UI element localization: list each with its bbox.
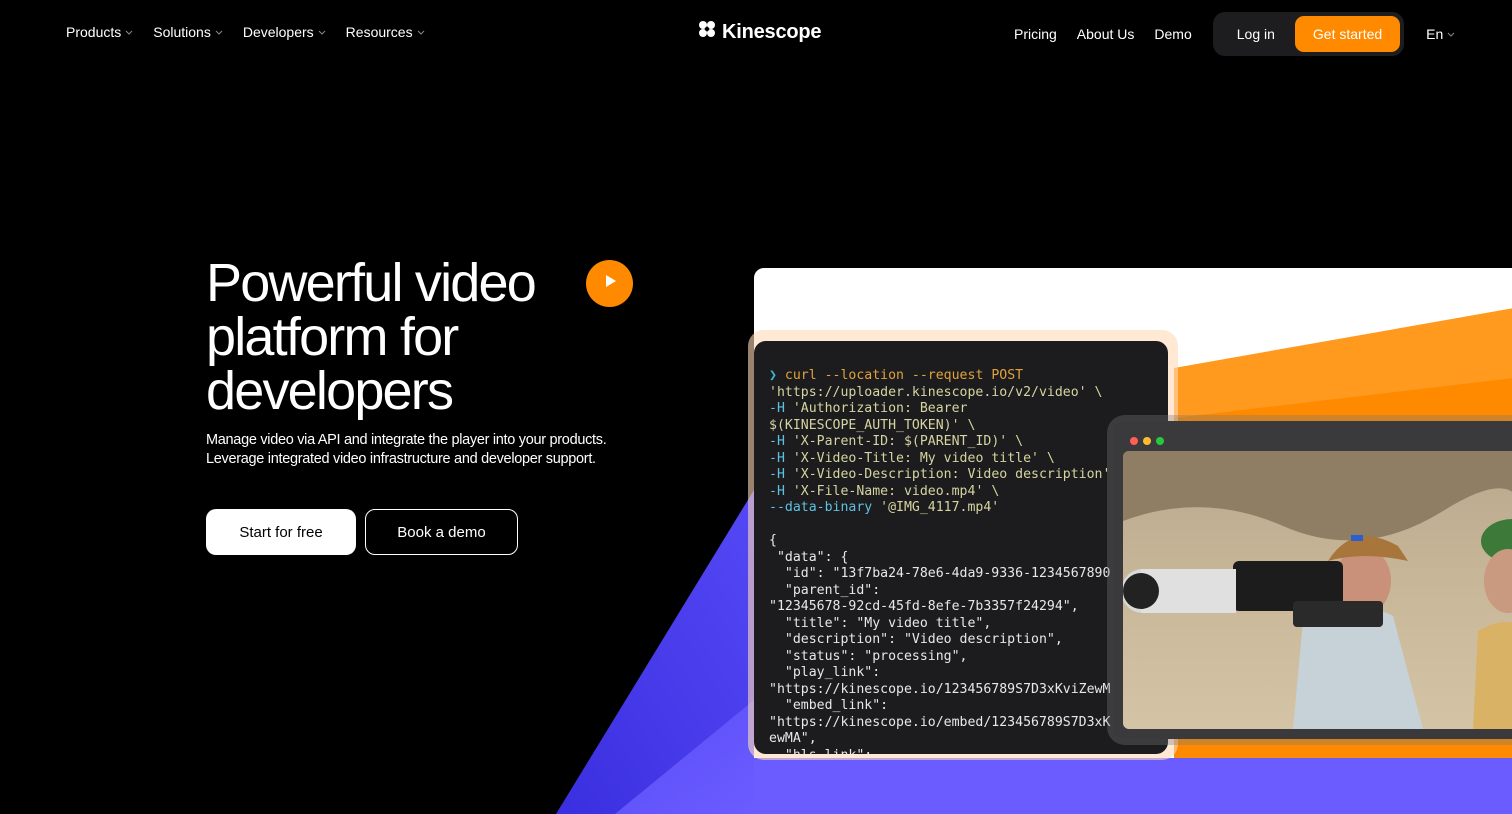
terminal-response-line: "embed_link": xyxy=(769,698,1168,715)
start-for-free-button[interactable]: Start for free xyxy=(206,509,356,555)
terminal-flag: -H xyxy=(769,450,785,466)
terminal-response-text: { xyxy=(769,533,777,548)
video-preview-image[interactable] xyxy=(1123,451,1512,729)
chevron-down-icon xyxy=(417,28,425,36)
terminal-response-line: "hls_link": xyxy=(769,748,1168,755)
hero-subtitle-line-2: Leverage integrated video infrastructure… xyxy=(206,451,596,467)
terminal-string: 'X-File-Name: video.mp4' \ xyxy=(784,483,1000,499)
terminal-command-line: $(KINESCOPE_AUTH_TOKEN)' \ xyxy=(769,418,1168,435)
terminal-flag: --data-binary xyxy=(769,500,873,515)
chevron-down-icon xyxy=(215,28,223,36)
terminal-response-text: "https://kinescope.io/123456789S7D3xKviZ… xyxy=(769,681,1111,697)
terminal-command: curl --location --request POST xyxy=(784,368,1024,383)
terminal-command-line: -H 'X-File-Name: video.mp4' \ xyxy=(769,484,1168,501)
chevron-down-icon xyxy=(125,28,133,36)
hero-subtitle: Manage video via API and integrate the p… xyxy=(206,431,646,469)
terminal-response-line: "parent_id": xyxy=(769,583,1168,600)
terminal-response-line: "https://kinescope.io/embed/123456789S7D… xyxy=(769,715,1168,732)
language-selector[interactable]: En xyxy=(1426,26,1455,42)
book-a-demo-button[interactable]: Book a demo xyxy=(365,509,518,555)
login-button[interactable]: Log in xyxy=(1217,26,1295,42)
terminal-command-line: ❯ curl --location --request POST xyxy=(769,368,1168,385)
hero-title-line-1: Powerful video xyxy=(206,253,537,313)
nav-about-us[interactable]: About Us xyxy=(1077,26,1135,42)
terminal-command-line: -H 'X-Video-Description: Video descripti… xyxy=(769,467,1168,484)
terminal-flag: -H xyxy=(769,434,785,449)
terminal-prompt: ❯ xyxy=(769,368,785,383)
hero-title-line-2: platform for xyxy=(206,307,459,367)
top-navigation: Products Solutions Developers Resources xyxy=(0,0,1512,68)
chevron-down-icon xyxy=(1447,30,1455,38)
nav-solutions[interactable]: Solutions xyxy=(153,24,223,40)
terminal-string: 'X-Parent-ID: $(PARENT_ID)' \ xyxy=(784,434,1024,449)
terminal-response-text: "title": "My video title", xyxy=(769,615,992,631)
window-close-dot[interactable] xyxy=(1130,437,1138,445)
terminal-response-line: "12345678-92cd-45fd-8efe-7b3357f24294", xyxy=(769,599,1168,616)
nav-pricing[interactable]: Pricing xyxy=(1014,26,1057,42)
code-terminal: ❯ curl --location --request POST'https:/… xyxy=(754,341,1168,754)
terminal-flag: -H xyxy=(769,483,785,499)
nav-solutions-label: Solutions xyxy=(153,24,211,40)
hero-subtitle-line-1: Manage video via API and integrate the p… xyxy=(206,432,607,448)
terminal-response-line: "id": "13f7ba24-78e6-4da9-9336-123456789… xyxy=(769,566,1168,583)
chevron-down-icon xyxy=(318,28,326,36)
nav-developers-label: Developers xyxy=(242,24,314,40)
terminal-string: '@IMG_4117.mp4' xyxy=(872,500,1000,515)
terminal-response-text: ewMA", xyxy=(769,731,817,746)
terminal-string: 'Authorization: Bearer xyxy=(784,401,968,416)
terminal-command-line: -H 'X-Video-Title: My video title' \ xyxy=(769,451,1168,468)
terminal-string: 'X-Video-Title: My video title' \ xyxy=(784,450,1055,466)
terminal-response-text: "id": "13f7ba24-78e6-4da9-9336-123456789… xyxy=(769,566,1111,581)
hero-title: Powerful video platform for developers xyxy=(206,256,606,418)
terminal-response-line: "play_link": xyxy=(769,665,1168,682)
nav-resources[interactable]: Resources xyxy=(346,24,425,40)
kinescope-logo[interactable]: Kinescope xyxy=(698,20,822,44)
language-label: En xyxy=(1426,26,1444,42)
logo-text: Kinescope xyxy=(722,20,822,43)
nav-products-label: Products xyxy=(66,24,122,40)
kinescope-logo-icon xyxy=(698,20,716,44)
terminal-response-line: { xyxy=(769,533,1168,550)
terminal-response-text: "status": "processing", xyxy=(769,648,968,664)
terminal-string: $(KINESCOPE_AUTH_TOKEN)' \ xyxy=(769,417,976,433)
terminal-command-line: 'https://uploader.kinescope.io/v2/video'… xyxy=(769,385,1168,402)
terminal-response-line: ewMA", xyxy=(769,731,1168,748)
window-controls xyxy=(1130,437,1164,445)
window-maximize-dot[interactable] xyxy=(1156,437,1164,445)
terminal-response-line: "title": "My video title", xyxy=(769,616,1168,633)
terminal-command-line: -H 'X-Parent-ID: $(PARENT_ID)' \ xyxy=(769,434,1168,451)
hero-title-line-3: developers xyxy=(206,361,454,421)
terminal-command-line: -H 'Authorization: Bearer xyxy=(769,401,1168,418)
window-minimize-dot[interactable] xyxy=(1143,437,1151,445)
terminal-response-text: "data": { xyxy=(769,549,849,565)
terminal-response-line: "description": "Video description", xyxy=(769,632,1168,649)
terminal-response-line: "data": { xyxy=(769,550,1168,567)
terminal-response-text: "description": "Video description", xyxy=(769,632,1063,647)
terminal-response-text: "parent_id": xyxy=(769,582,881,598)
terminal-response-text: "12345678-92cd-45fd-8efe-7b3357f24294", xyxy=(769,599,1079,614)
primary-menu: Products Solutions Developers Resources xyxy=(66,24,425,40)
nav-developers[interactable]: Developers xyxy=(243,24,326,40)
terminal-spacer xyxy=(769,517,1168,534)
secondary-menu: Pricing About Us Demo Log in Get started… xyxy=(1014,12,1455,56)
terminal-response-text: "play_link": xyxy=(769,665,881,680)
video-player-window xyxy=(1113,421,1512,739)
terminal-flag: -H xyxy=(769,401,785,416)
terminal-string: 'X-Video-Description: Video description' xyxy=(784,467,1111,482)
terminal-response-line: "status": "processing", xyxy=(769,649,1168,666)
auth-group: Log in Get started xyxy=(1212,12,1405,56)
play-video-button[interactable] xyxy=(586,260,633,307)
terminal-string: 'https://uploader.kinescope.io/v2/video'… xyxy=(769,384,1103,400)
play-icon xyxy=(602,273,618,294)
terminal-response-text: "hls_link": xyxy=(769,748,872,755)
nav-demo[interactable]: Demo xyxy=(1154,26,1191,42)
terminal-response-line: "https://kinescope.io/123456789S7D3xKviZ… xyxy=(769,682,1168,699)
get-started-button[interactable]: Get started xyxy=(1294,16,1401,52)
terminal-command-line: --data-binary '@IMG_4117.mp4' xyxy=(769,500,1168,517)
nav-resources-label: Resources xyxy=(345,24,413,40)
nav-products[interactable]: Products xyxy=(66,24,133,40)
terminal-response-text: "embed_link": xyxy=(769,698,889,713)
terminal-response-text: "https://kinescope.io/embed/123456789S7D… xyxy=(769,714,1111,730)
terminal-flag: -H xyxy=(769,467,785,482)
